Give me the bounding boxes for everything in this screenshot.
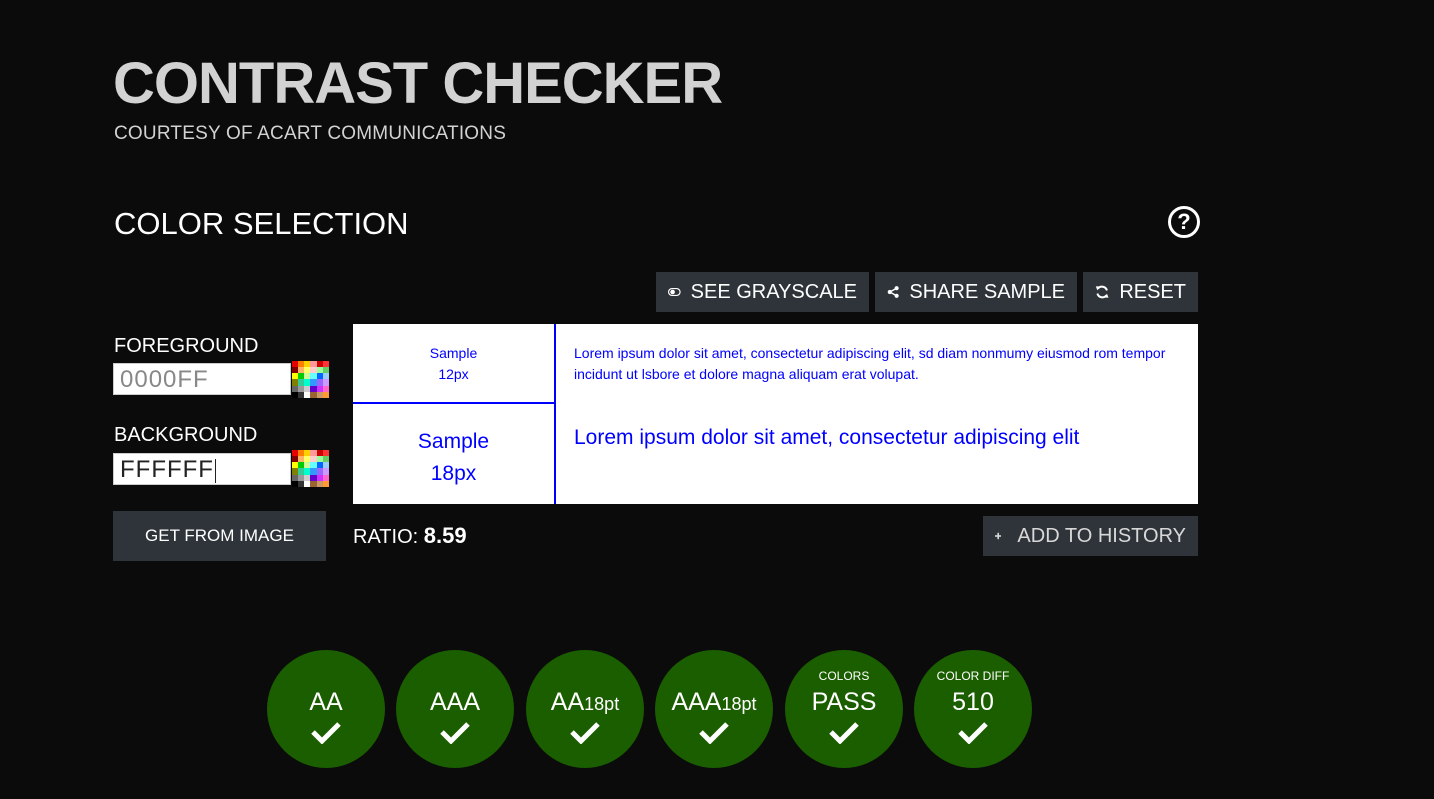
section-title: COLOR SELECTION	[114, 206, 409, 241]
check-icon	[829, 722, 859, 744]
share-sample-button[interactable]: SHARE SAMPLE	[875, 272, 1077, 312]
palette-swatch	[322, 391, 329, 398]
badge-sub: 18pt	[584, 694, 620, 714]
background-input[interactable]: FFFFFF	[113, 453, 291, 485]
foreground-palette-icon[interactable]	[292, 361, 329, 398]
check-icon	[311, 722, 341, 744]
page-subtitle: COURTESY OF ACART COMMUNICATIONS	[114, 123, 507, 144]
ratio-value: 8.59	[423, 523, 467, 548]
add-to-history-button[interactable]: ADD TO HISTORY	[983, 516, 1198, 556]
reset-label: RESET	[1119, 281, 1186, 303]
badge-top: COLORS	[818, 669, 870, 683]
result-badge-colors: COLORS PASS	[785, 650, 903, 768]
sample-18px-cell: Sample 18px	[353, 404, 556, 504]
foreground-input[interactable]: 0000FF	[113, 363, 291, 395]
get-from-image-label: GET FROM IMAGE	[145, 526, 294, 545]
ratio-label: RATIO:	[353, 526, 419, 548]
badge-main: AAA	[429, 688, 481, 716]
see-grayscale-label: SEE GRAYSCALE	[690, 281, 857, 303]
palette-swatch	[322, 480, 329, 487]
see-grayscale-button[interactable]: SEE GRAYSCALE	[656, 272, 869, 312]
check-icon	[570, 722, 600, 744]
badge-main: AAA	[671, 688, 722, 716]
get-from-image-button[interactable]: GET FROM IMAGE	[113, 511, 326, 561]
question-circle-icon[interactable]: ?	[1168, 206, 1200, 238]
badge-main: AA	[550, 688, 585, 716]
sample-large-text: Lorem ipsum dolor sit amet, consectetur …	[574, 426, 1080, 449]
result-badge-aaa: AAA	[396, 650, 514, 768]
result-badge-aaa-18pt: AAA18pt	[655, 650, 773, 768]
background-palette-icon[interactable]	[292, 450, 329, 487]
sample-18px-size: 18px	[430, 462, 477, 485]
badge-sub: 18pt	[721, 694, 757, 714]
check-icon	[958, 722, 988, 744]
result-badge-aa-18pt: AA18pt	[526, 650, 644, 768]
background-label: BACKGROUND	[114, 424, 258, 446]
badge-top: COLOR DIFF	[936, 669, 1010, 683]
share-sample-label: SHARE SAMPLE	[909, 281, 1065, 303]
badge-main: 510	[952, 688, 994, 716]
result-badge-aa: AA	[267, 650, 385, 768]
check-icon	[699, 722, 729, 744]
sample-12px-label: Sample	[429, 345, 478, 361]
sample-12px-cell: Sample 12px	[353, 324, 556, 404]
badge-main: PASS	[811, 688, 877, 716]
foreground-label: FOREGROUND	[114, 335, 259, 357]
toggle-icon	[668, 287, 681, 297]
add-to-history-label: ADD TO HISTORY	[1017, 525, 1186, 547]
foreground-placeholder: 0000FF	[120, 366, 209, 393]
sample-12px-size: 12px	[438, 366, 469, 382]
background-value: FFFFFF	[120, 456, 214, 483]
refresh-icon	[1095, 285, 1109, 299]
result-badge-color-diff: COLOR DIFF 510	[914, 650, 1032, 768]
check-icon	[440, 722, 470, 744]
sample-preview: Sample 12px Sample 18px Lorem ipsum dolo…	[353, 324, 1198, 504]
page-title: CONTRAST CHECKER	[113, 51, 723, 116]
badge-main: AA	[309, 688, 343, 716]
sample-small-text: Lorem ipsum dolor sit amet, consectetur …	[574, 345, 1166, 382]
plus-icon	[995, 532, 1002, 540]
ratio-display: RATIO: 8.59	[353, 523, 467, 549]
reset-button[interactable]: RESET	[1083, 272, 1198, 312]
share-icon	[887, 286, 899, 298]
sample-18px-label: Sample	[417, 430, 490, 453]
